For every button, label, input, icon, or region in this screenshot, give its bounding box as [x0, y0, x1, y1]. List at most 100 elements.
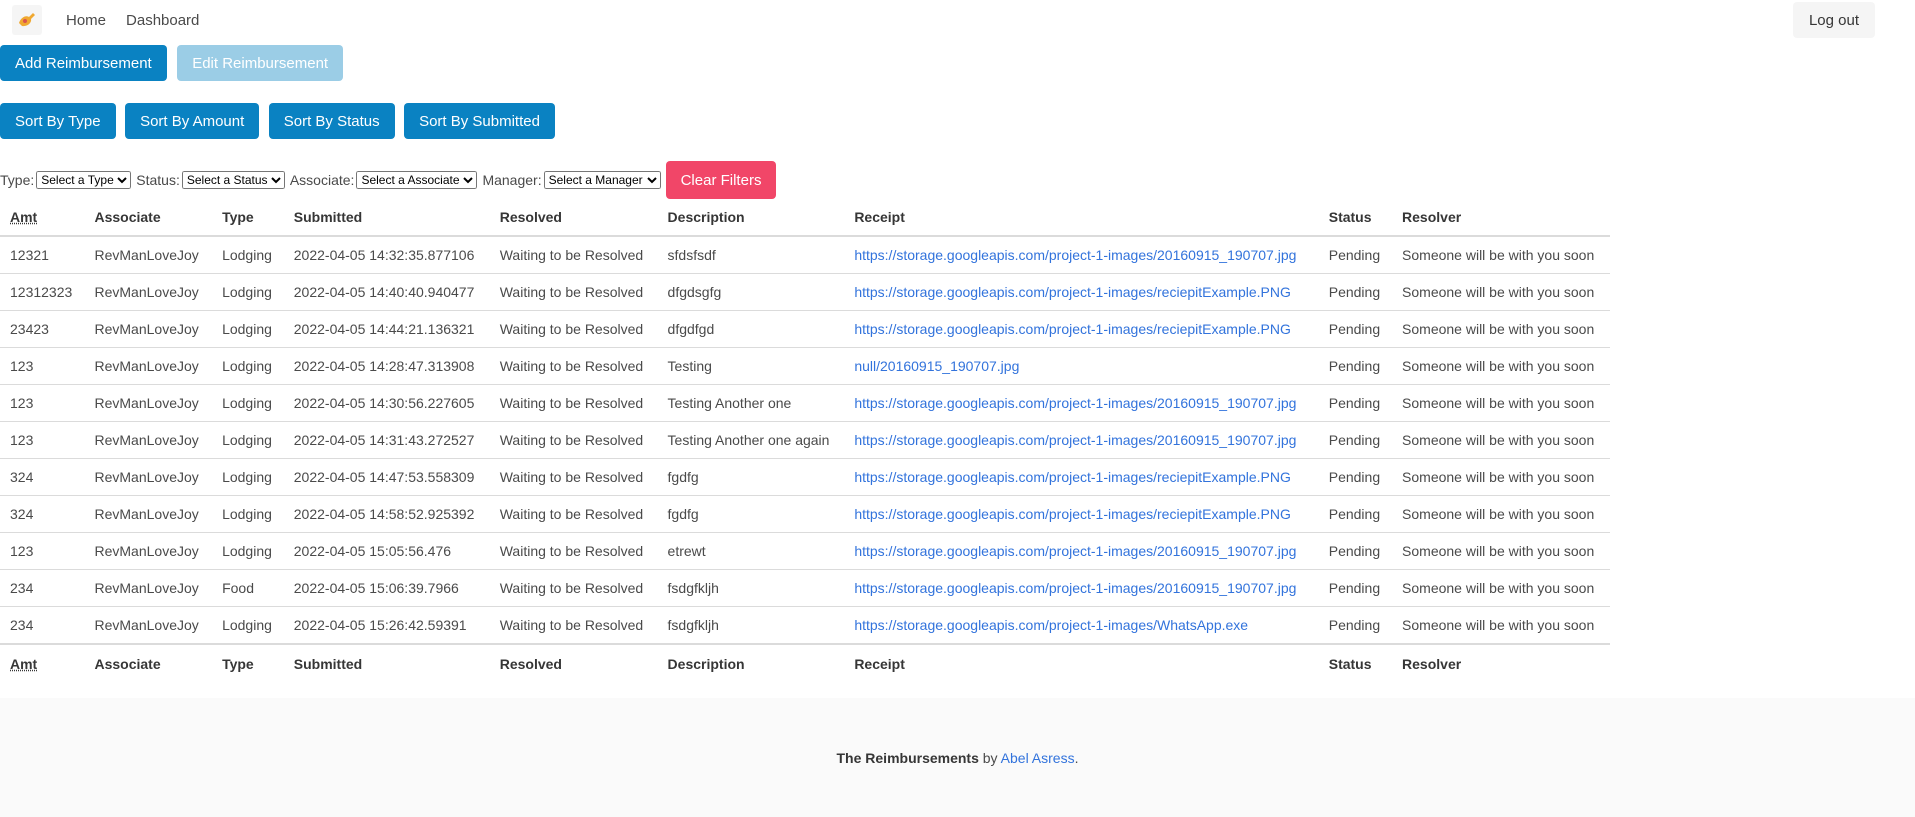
receipt-link[interactable]: https://storage.googleapis.com/project-1… [854, 543, 1296, 559]
cell-submitted: 2022-04-05 14:47:53.558309 [283, 458, 490, 496]
cell-receipt: https://storage.googleapis.com/project-1… [844, 384, 1319, 422]
cell-associate: RevManLoveJoy [84, 310, 213, 348]
cell-resolved: Waiting to be Resolved [489, 236, 658, 274]
cell-amt: 12321 [0, 236, 85, 274]
cell-submitted: 2022-04-05 14:40:40.940477 [283, 273, 490, 311]
cell-associate: RevManLoveJoy [84, 569, 213, 607]
table-row[interactable]: 324 RevManLoveJoy Lodging 2022-04-05 14:47:… [0, 458, 1610, 496]
table-row[interactable]: 123 RevManLoveJoy Lodging 2022-04-05 14:28:… [0, 347, 1610, 385]
table-row[interactable]: 123 RevManLoveJoy Lodging 2022-04-05 14:31:… [0, 421, 1610, 459]
table-header-row: Amt Associate Type Submitted Resolved De… [0, 198, 1610, 237]
manager-filter-select[interactable]: Select a Manager [543, 171, 661, 189]
cell-status: Pending [1318, 384, 1393, 422]
cell-amt: 123 [0, 384, 85, 422]
cell-resolver: Someone will be with you soon [1392, 569, 1610, 607]
table-row[interactable]: 123 RevManLoveJoy Lodging 2022-04-05 15:05:… [0, 532, 1610, 570]
cell-receipt: https://storage.googleapis.com/project-1… [844, 421, 1319, 459]
cell-type: Lodging [212, 495, 284, 533]
footer-column-description: Description [657, 643, 845, 682]
reimbursement-actions: Add Reimbursement Edit Reimbursement [0, 45, 344, 81]
receipt-link[interactable]: https://storage.googleapis.com/project-1… [854, 284, 1291, 300]
sort-by-status-button[interactable]: Sort By Status [268, 103, 395, 139]
sort-by-amount-button[interactable]: Sort By Amount [125, 103, 260, 139]
cell-resolver: Someone will be with you soon [1392, 236, 1610, 274]
column-header-submitted: Submitted [283, 198, 490, 237]
cell-type: Lodging [212, 310, 284, 348]
cell-submitted: 2022-04-05 14:31:43.272527 [283, 421, 490, 459]
receipt-link[interactable]: https://storage.googleapis.com/project-1… [854, 469, 1291, 485]
column-header-resolved: Resolved [489, 198, 658, 237]
cell-type: Food [212, 569, 284, 607]
table-row[interactable]: 12312323 RevManLoveJoy Lodging 2022-04-05 1… [0, 273, 1610, 311]
type-filter-select[interactable]: Select a Type [36, 171, 132, 189]
cell-status: Pending [1318, 236, 1393, 274]
edit-reimbursement-button[interactable]: Edit Reimbursement [177, 45, 344, 81]
cell-resolved: Waiting to be Resolved [489, 384, 658, 422]
table-row[interactable]: 324 RevManLoveJoy Lodging 2022-04-05 14:58:… [0, 495, 1610, 533]
footer-author-link[interactable]: Abel Asress [1001, 750, 1075, 766]
footer-column-amt[interactable]: Amt [0, 643, 85, 682]
cell-resolver: Someone will be with you soon [1392, 458, 1610, 496]
navbar: Home Dashboard Log out [0, 0, 1915, 40]
associate-filter-select[interactable]: Select a Associate [356, 171, 478, 189]
receipt-link[interactable]: https://storage.googleapis.com/project-1… [854, 395, 1296, 411]
footer-column-receipt: Receipt [844, 643, 1319, 682]
column-header-associate: Associate [84, 198, 213, 237]
logout-button[interactable]: Log out [1792, 2, 1875, 38]
cell-description: sfdsfsdf [657, 236, 845, 274]
filters-bar: Type: Select a Type Status: Select a Sta… [0, 161, 777, 199]
page-footer: The Reimbursements by Abel Asress. [0, 698, 1915, 817]
receipt-link[interactable]: https://storage.googleapis.com/project-1… [854, 580, 1296, 596]
cell-status: Pending [1318, 532, 1393, 570]
cell-amt: 123 [0, 421, 85, 459]
app-logo-icon[interactable] [12, 5, 42, 35]
cell-resolved: Waiting to be Resolved [489, 569, 658, 607]
cell-type: Lodging [212, 384, 284, 422]
cell-resolver: Someone will be with you soon [1392, 273, 1610, 311]
cell-receipt: https://storage.googleapis.com/project-1… [844, 273, 1319, 311]
table-row[interactable]: 123 RevManLoveJoy Lodging 2022-04-05 14:30:… [0, 384, 1610, 422]
table-row[interactable]: 23423 RevManLoveJoy Lodging 2022-04-05 14:4… [0, 310, 1610, 348]
footer-column-resolved: Resolved [489, 643, 658, 682]
cell-receipt: https://storage.googleapis.com/project-1… [844, 310, 1319, 348]
cell-description: Testing Another one again [657, 421, 845, 459]
add-reimbursement-button[interactable]: Add Reimbursement [0, 45, 167, 81]
cell-type: Lodging [212, 347, 284, 385]
cell-description: etrewt [657, 532, 845, 570]
cell-associate: RevManLoveJoy [84, 273, 213, 311]
cell-resolver: Someone will be with you soon [1402, 617, 1595, 633]
receipt-link[interactable]: https://storage.googleapis.com/project-1… [854, 321, 1291, 337]
table-footer-row: Amt Associate Type Submitted Resolved De… [0, 643, 1610, 682]
status-filter-select[interactable]: Select a Status [181, 171, 285, 189]
table-row[interactable]: 12321 RevManLoveJoy Lodging 2022-04-05 14:3… [0, 236, 1610, 274]
receipt-link[interactable]: https://storage.googleapis.com/project-1… [854, 247, 1296, 263]
cell-amt: 23423 [0, 310, 85, 348]
cell-associate: RevManLoveJoy [84, 347, 213, 385]
cell-status: Pending [1318, 421, 1393, 459]
cell-resolved: Waiting to be Resolved [489, 273, 658, 311]
clear-filters-button[interactable]: Clear Filters [665, 161, 777, 199]
sort-by-submitted-button[interactable]: Sort By Submitted [404, 103, 555, 139]
table-row[interactable]: 234 RevManLoveJoy Food 2022-04-05 15:06:39.… [0, 569, 1610, 607]
receipt-link[interactable]: https://storage.googleapis.com/project-1… [854, 617, 1248, 633]
receipt-link[interactable]: null/20160915_190707.jpg [854, 358, 1019, 374]
column-header-amt[interactable]: Amt [0, 198, 85, 237]
receipt-link[interactable]: https://storage.googleapis.com/project-1… [854, 432, 1296, 448]
cell-description: fgdfg [657, 458, 845, 496]
cell-description: fgdfg [657, 495, 845, 533]
receipt-link[interactable]: https://storage.googleapis.com/project-1… [854, 506, 1291, 522]
sort-by-type-button[interactable]: Sort By Type [0, 103, 116, 139]
reimbursements-table: Amt Associate Type Submitted Resolved De… [0, 198, 1610, 682]
nav-dashboard-link[interactable]: Dashboard [126, 12, 199, 29]
column-header-resolver: Resolver [1392, 198, 1610, 237]
cell-associate: RevManLoveJoy [84, 495, 213, 533]
cell-status: Pending [1318, 310, 1393, 348]
table-row[interactable]: 234 RevManLoveJoy Lodging 2022-04-05 15:26:… [0, 607, 1610, 645]
column-header-status: Status [1318, 198, 1393, 237]
footer-text: The Reimbursements by Abel Asress. [837, 750, 1079, 766]
column-header-description: Description [657, 198, 845, 237]
cell-description: dfgdfgd [657, 310, 845, 348]
nav-home-link[interactable]: Home [66, 12, 106, 29]
cell-resolved: Waiting to be Resolved [489, 495, 658, 533]
cell-associate: RevManLoveJoy [84, 384, 213, 422]
